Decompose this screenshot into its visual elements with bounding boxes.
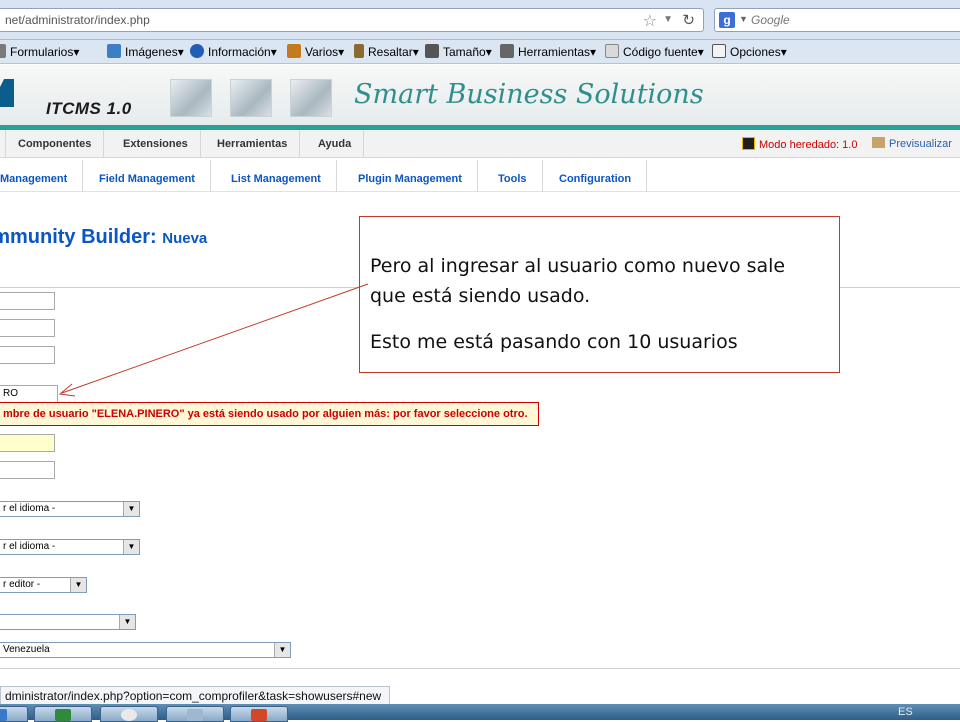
- address-bar-url: net/administrator/index.php: [5, 13, 150, 27]
- footer-divider: [0, 668, 960, 669]
- dev-menu-forms[interactable]: Formularios▾: [0, 44, 79, 59]
- header-photo-office: [170, 79, 212, 117]
- web-developer-toolbar: Formularios▾ Imágenes▾ Información▾ Vari…: [0, 40, 960, 64]
- page-title-text: ommunity Builder:: [0, 226, 157, 248]
- dev-menu-view-source[interactable]: Código fuente▾: [605, 44, 704, 59]
- country-select[interactable]: Venezuela ▼: [0, 642, 291, 658]
- images-icon: [107, 44, 121, 58]
- language-select-1-value: r el idioma -: [3, 503, 56, 514]
- dev-menu-images[interactable]: Imágenes▾: [107, 44, 184, 59]
- language-select-2[interactable]: r el idioma - ▼: [0, 539, 140, 555]
- reload-icon[interactable]: ↻: [682, 11, 695, 29]
- annotation-line-3: Esto me está pasando con 10 usuarios: [370, 331, 738, 353]
- username-error-message: mbre de usuario "ELENA.PINERO" ya está s…: [0, 402, 539, 426]
- chevron-down-icon[interactable]: ▼: [119, 615, 135, 629]
- search-placeholder: Google: [751, 13, 790, 27]
- header-photo-team: [290, 79, 332, 117]
- chevron-down-icon[interactable]: ▼: [274, 643, 290, 657]
- username-field[interactable]: RO: [0, 385, 58, 403]
- browser-icon: [0, 709, 7, 721]
- window-icon: [187, 709, 203, 721]
- bookmark-star-icon[interactable]: ☆: [643, 11, 657, 31]
- browser-status-bar: dministrator/index.php?option=com_compro…: [0, 686, 390, 706]
- excel-icon: [55, 709, 71, 721]
- page-title-subtitle: Nueva: [162, 230, 208, 247]
- dev-menu-options[interactable]: Opciones▾: [712, 44, 787, 59]
- email-field[interactable]: [0, 434, 55, 452]
- legacy-mode-icon: [742, 137, 755, 150]
- address-bar[interactable]: net/administrator/index.php ☆ ▼ ↻: [0, 8, 704, 32]
- password-field[interactable]: [0, 461, 55, 479]
- language-indicator[interactable]: ES: [898, 706, 913, 718]
- google-icon[interactable]: g: [719, 12, 735, 28]
- main-menu: Componentes Extensiones Herramientas Ayu…: [0, 130, 960, 158]
- menu-item-tools[interactable]: Herramientas: [205, 130, 301, 158]
- annotation-line-1: Pero al ingresar al usuario como nuevo s…: [370, 255, 786, 277]
- annotation-arrow-line: [61, 283, 369, 394]
- dev-menu-information[interactable]: Información▾: [190, 44, 277, 59]
- talk-icon: [121, 709, 137, 721]
- page-title: ommunity Builder: Nueva: [0, 226, 207, 249]
- chevron-down-icon[interactable]: ▼: [123, 540, 139, 554]
- cms-logo-icon: [0, 77, 14, 107]
- cms-header: ITCMS 1.0 Smart Business Solutions: [0, 65, 960, 125]
- annotation-arrowhead: [58, 383, 76, 397]
- dev-menu-misc[interactable]: Varios▾: [287, 44, 344, 59]
- powerpoint-icon: [251, 709, 267, 721]
- dev-menu-tools[interactable]: Herramientas▾: [500, 44, 596, 59]
- submenu-field-management[interactable]: Field Management: [84, 160, 211, 192]
- language-select-2-value: r el idioma -: [3, 541, 56, 552]
- windows-taskbar: ES: [0, 704, 960, 722]
- timezone-select[interactable]: ▼: [0, 614, 136, 630]
- tools-icon: [500, 44, 514, 58]
- cms-product-name: ITCMS 1.0: [46, 99, 132, 118]
- dev-menu-outline[interactable]: Resaltar▾: [354, 44, 419, 59]
- menu-item-extensions[interactable]: Extensiones: [111, 130, 201, 158]
- language-select-1[interactable]: r el idioma - ▼: [0, 501, 140, 517]
- submenu-tools[interactable]: Tools: [483, 160, 543, 192]
- menu-item-help[interactable]: Ayuda: [306, 130, 365, 158]
- menu-item-components[interactable]: Componentes: [6, 130, 105, 158]
- preview-link[interactable]: Previsualizar: [872, 137, 952, 150]
- search-engine-dropdown-icon[interactable]: ▼: [739, 14, 748, 24]
- preview-icon: [872, 137, 885, 148]
- last-name-field[interactable]: [0, 346, 55, 364]
- chevron-down-icon[interactable]: ▼: [70, 578, 86, 592]
- misc-icon: [287, 44, 301, 58]
- dev-menu-resize[interactable]: Tamaño▾: [425, 44, 492, 59]
- submenu-list-management[interactable]: List Management: [216, 160, 337, 192]
- legacy-mode-indicator: Modo heredado: 1.0: [742, 137, 857, 151]
- view-source-icon: [605, 44, 619, 58]
- header-photo-meeting: [230, 79, 272, 117]
- country-select-value: Venezuela: [3, 644, 50, 655]
- submenu-plugin-management[interactable]: Plugin Management: [343, 160, 478, 192]
- submenu-user-management[interactable]: Management: [0, 160, 84, 192]
- chevron-down-icon[interactable]: ▼: [123, 502, 139, 516]
- first-name-field[interactable]: [0, 292, 55, 310]
- editor-select-value: r editor -: [3, 579, 41, 590]
- submenu-configuration[interactable]: Configuration: [544, 160, 648, 192]
- history-dropdown-icon[interactable]: ▼: [663, 14, 673, 25]
- resize-icon: [425, 44, 439, 58]
- component-submenu: Management Field Management List Managem…: [0, 160, 960, 192]
- browser-navigation-bar: net/administrator/index.php ☆ ▼ ↻ g ▼ Go…: [0, 0, 960, 40]
- middle-name-field[interactable]: [0, 319, 55, 337]
- annotation-line-2: que está siendo usado.: [370, 285, 591, 307]
- forms-icon: [0, 44, 6, 58]
- search-box[interactable]: g ▼ Google: [714, 8, 960, 32]
- editor-select[interactable]: r editor - ▼: [0, 577, 87, 593]
- information-icon: [190, 44, 204, 58]
- annotation-callout: Pero al ingresar al usuario como nuevo s…: [359, 216, 840, 373]
- highlighter-icon: [354, 44, 364, 58]
- cms-slogan: Smart Business Solutions: [354, 79, 704, 110]
- options-icon: [712, 44, 726, 58]
